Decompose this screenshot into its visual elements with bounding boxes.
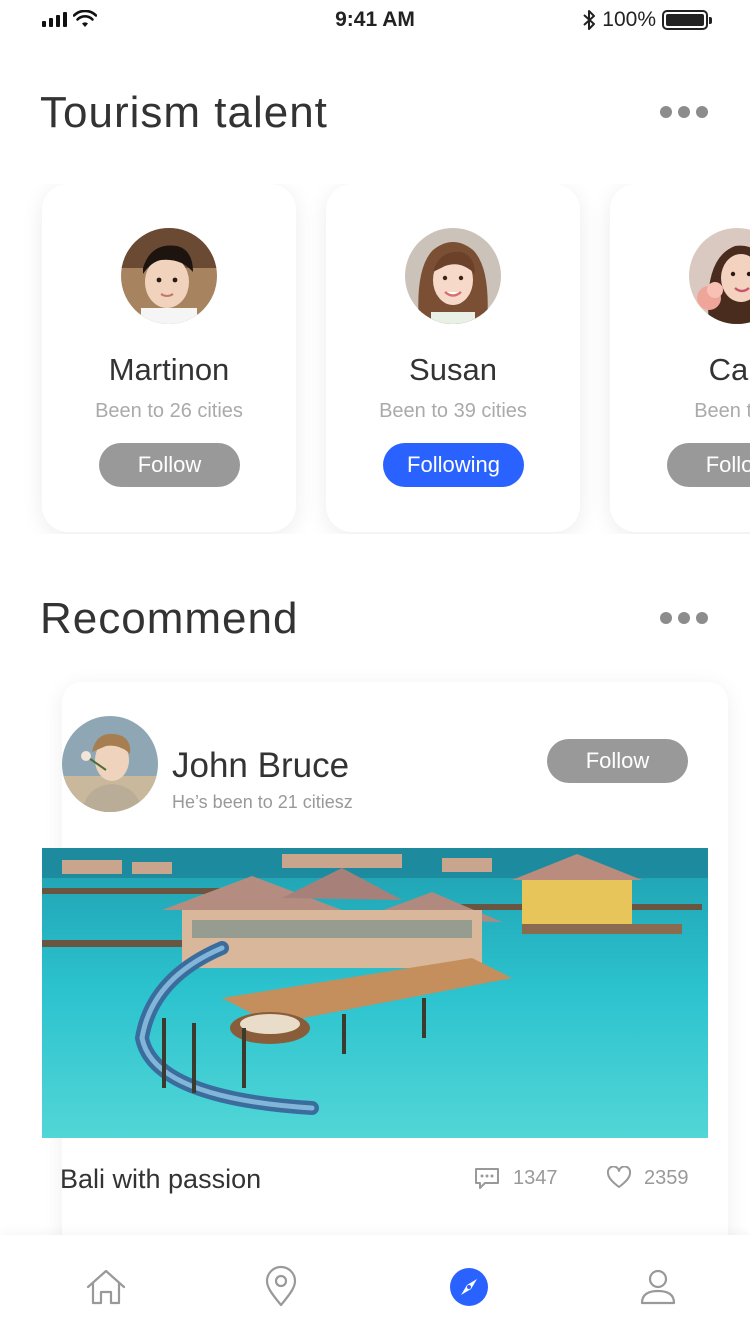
talent-cities: Been to 1 xyxy=(694,400,750,422)
comments-stat[interactable]: 1347 xyxy=(473,1166,558,1190)
compass-icon[interactable] xyxy=(447,1265,491,1309)
talent-card[interactable]: Martinon Been to 26 cities Follow xyxy=(42,184,296,532)
status-bar: 9:41 AM 100% xyxy=(0,0,750,40)
battery-status: 100% xyxy=(582,8,712,32)
bluetooth-icon xyxy=(583,10,596,30)
post-caption: Bali with passion xyxy=(60,1164,262,1194)
talent-name: Martinon xyxy=(108,352,230,387)
battery-percent: 100% xyxy=(602,8,656,31)
follow-button[interactable]: Follow xyxy=(99,443,240,487)
avatar xyxy=(689,228,750,324)
talent-card[interactable]: Cari Been to 1 Follow xyxy=(610,184,750,532)
avatar xyxy=(405,228,501,324)
location-pin-icon[interactable] xyxy=(259,1265,303,1309)
talent-card[interactable]: Susan Been to 39 cities Following xyxy=(326,184,580,532)
recommend-section-title: Recommend xyxy=(40,594,299,643)
following-button[interactable]: Following xyxy=(383,443,524,487)
bottom-tab-bar xyxy=(0,1235,750,1334)
talent-cities: Been to 26 cities xyxy=(95,400,243,422)
talent-name: Susan xyxy=(409,352,497,387)
talent-section-title: Tourism talent xyxy=(40,88,328,137)
follow-button[interactable]: Follow xyxy=(667,443,750,487)
like-count: 2359 xyxy=(644,1166,689,1189)
author-cities: He’s been to 21 citiesz xyxy=(172,792,353,812)
follow-button[interactable]: Follow xyxy=(547,739,688,783)
post-photo[interactable] xyxy=(42,848,708,1138)
user-icon[interactable] xyxy=(636,1265,680,1309)
talent-cities: Been to 39 cities xyxy=(379,400,527,422)
battery-level xyxy=(666,14,704,26)
talent-name: Cari xyxy=(708,352,750,387)
talent-carousel[interactable]: Martinon Been to 26 cities Follow Susan … xyxy=(0,184,750,534)
more-dots-icon[interactable] xyxy=(660,612,708,624)
comment-icon xyxy=(475,1168,499,1189)
comment-count: 1347 xyxy=(513,1166,558,1189)
heart-icon xyxy=(606,1166,632,1188)
home-icon[interactable] xyxy=(84,1265,128,1309)
author-name[interactable]: John Bruce xyxy=(172,746,349,786)
more-dots-icon[interactable] xyxy=(660,106,708,118)
likes-stat[interactable]: 2359 xyxy=(606,1166,689,1190)
avatar xyxy=(121,228,217,324)
author-avatar[interactable] xyxy=(62,716,158,812)
battery-icon xyxy=(662,10,712,30)
